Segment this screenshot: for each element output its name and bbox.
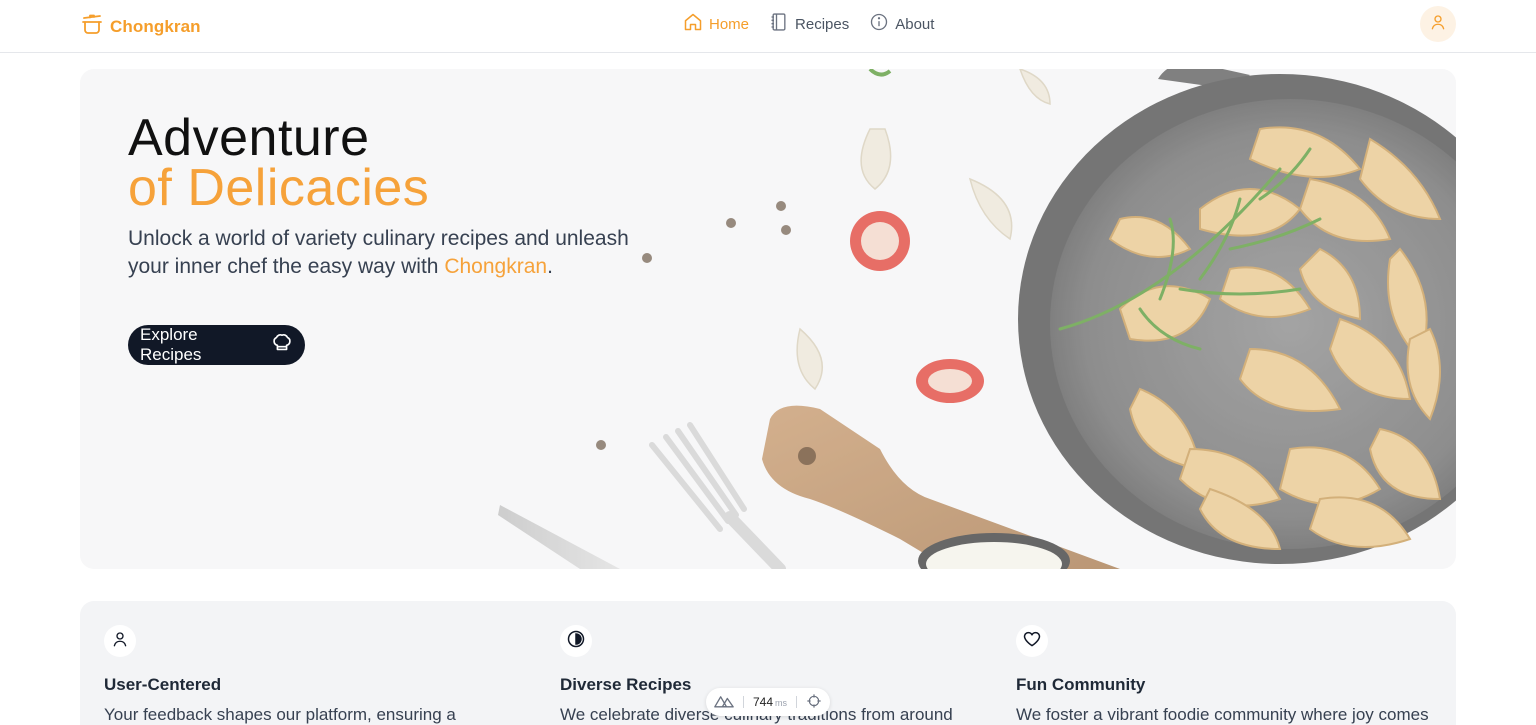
info-icon <box>869 12 889 36</box>
render-time: 744 ms <box>753 695 787 709</box>
home-icon <box>683 12 703 36</box>
hero-banner: Adventure of Delicacies Unlock a world o… <box>80 69 1456 569</box>
nav-home-label: Home <box>709 15 750 33</box>
nav-home[interactable]: Home <box>683 12 749 36</box>
nav-about-label: About <box>895 15 935 33</box>
framework-logo-icon <box>714 694 734 711</box>
hero-subtitle-suffix: . <box>547 255 553 278</box>
feature-text: Your feedback shapes our platform, ensur… <box>104 705 456 724</box>
book-icon <box>769 12 789 36</box>
feature-icon-badge <box>104 625 136 657</box>
main-nav: Home Recipes About <box>683 12 934 36</box>
cooking-pot-icon <box>80 12 104 41</box>
user-icon <box>111 630 129 653</box>
feature-icon-badge <box>1016 625 1048 657</box>
feature-user-centered: User-Centered Your feedback shapes our p… <box>104 625 524 725</box>
hero-subtitle: Unlock a world of variety culinary recip… <box>128 225 648 281</box>
hero-subtitle-text: Unlock a world of variety culinary recip… <box>128 227 629 278</box>
feature-title: User-Centered <box>104 675 222 694</box>
heart-icon <box>1022 629 1042 654</box>
chef-hat-icon <box>271 332 293 359</box>
render-time-unit: ms <box>775 698 787 708</box>
nav-recipes[interactable]: Recipes <box>769 12 849 36</box>
crosshair-icon[interactable] <box>806 693 822 712</box>
hero-title-line2: of Delicacies <box>128 159 430 217</box>
hero-title: Adventure of Delicacies <box>128 112 430 217</box>
divider <box>742 696 744 708</box>
nav-recipes-label: Recipes <box>795 15 850 33</box>
brand-name: Chongkran <box>110 16 201 36</box>
brand-logo[interactable]: Chongkran <box>80 12 201 41</box>
user-menu-button[interactable] <box>1420 6 1456 42</box>
feature-fun-community: Fun Community We foster a vibrant foodie… <box>1016 625 1436 725</box>
render-time-value: 744 <box>752 695 773 709</box>
nav-about[interactable]: About <box>869 12 934 36</box>
user-icon <box>1429 13 1447 36</box>
feature-title: Fun Community <box>1016 675 1146 694</box>
feature-text: We foster a vibrant foodie community whe… <box>1016 705 1429 724</box>
top-nav-bar: Chongkran Home Recipes About <box>0 0 1536 53</box>
explore-recipes-label: Explore Recipes <box>140 325 202 364</box>
contrast-icon <box>566 629 586 654</box>
hero-subtitle-brand: Chongkran <box>444 255 548 278</box>
divider <box>795 696 797 708</box>
feature-icon-badge <box>560 625 592 657</box>
dev-tools-indicator[interactable]: 744 ms <box>706 688 830 716</box>
explore-recipes-button[interactable]: Explore Recipes <box>128 325 305 365</box>
